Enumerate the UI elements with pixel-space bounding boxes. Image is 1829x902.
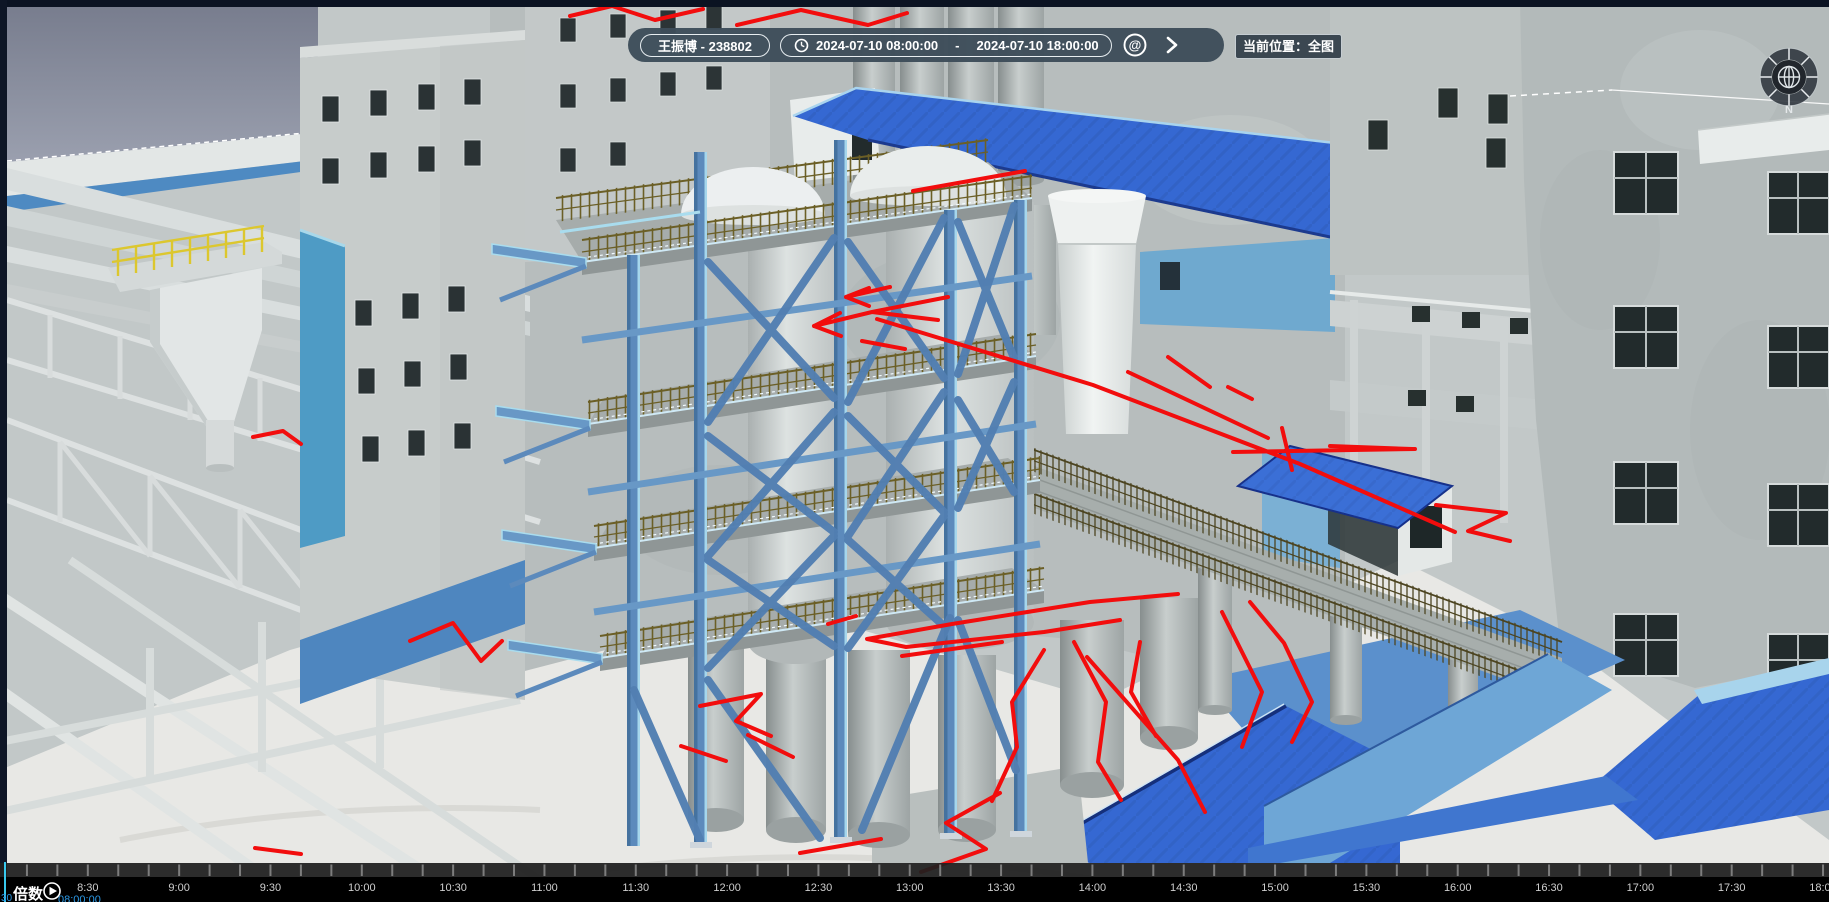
time-range-end: 2024-07-10 18:00:00 bbox=[977, 38, 1099, 53]
timeline-label: 17:30 bbox=[1718, 882, 1746, 894]
timeline-label: 10:30 bbox=[439, 882, 467, 894]
plant-3d-viewport[interactable] bbox=[0, 0, 1829, 902]
timeline-label: 11:00 bbox=[531, 882, 558, 894]
timeline-ticks bbox=[0, 863, 1829, 877]
play-button[interactable] bbox=[42, 881, 62, 902]
time-range-separator: - bbox=[955, 38, 959, 53]
timeline-label: 17:00 bbox=[1627, 882, 1655, 894]
playback-toolbar: 王振博 - 238802 2024-07-10 08:00:00 - 2024-… bbox=[628, 28, 1224, 62]
current-location-badge: 当前位置：全图 bbox=[1235, 34, 1342, 59]
timeline-label: 16:30 bbox=[1535, 882, 1563, 894]
person-selector-label: 王振博 - 238802 bbox=[658, 36, 752, 55]
locate-button[interactable]: @ bbox=[1122, 32, 1148, 58]
person-selector[interactable]: 王振博 - 238802 bbox=[640, 34, 770, 57]
current-playback-time: 08:00:00 bbox=[58, 894, 101, 902]
timeline-label: 12:30 bbox=[805, 882, 833, 894]
timeline-labels: 8:30 9:00 9:30 10:00 10:30 11:00 11:30 12:00 12:… bbox=[0, 877, 1829, 902]
timeline-label: 10:00 bbox=[348, 882, 376, 894]
left-building bbox=[300, 30, 525, 704]
timeline-label: 8:30 bbox=[77, 882, 98, 894]
app-window: 王振博 - 238802 2024-07-10 08:00:00 - 2024-… bbox=[0, 0, 1829, 902]
timeline-label: 9:30 bbox=[260, 882, 281, 894]
timeline-label: 13:30 bbox=[987, 882, 1015, 894]
timeline-track[interactable] bbox=[0, 863, 1829, 877]
time-range-start: 2024-07-10 08:00:00 bbox=[816, 38, 938, 53]
speed-multiplier-value: 30 bbox=[1, 893, 12, 902]
clock-icon bbox=[793, 37, 809, 53]
timeline-label: 15:30 bbox=[1353, 882, 1381, 894]
timeline-label: 15:00 bbox=[1261, 882, 1289, 894]
timeline-label: 9:00 bbox=[168, 882, 189, 894]
timeline-label: 11:30 bbox=[622, 882, 649, 894]
current-location-label: 当前位置：全图 bbox=[1243, 39, 1334, 54]
svg-text:@: @ bbox=[1128, 38, 1141, 53]
timeline-label: 14:30 bbox=[1170, 882, 1198, 894]
compass-north-label: N bbox=[1785, 104, 1793, 116]
timeline-label: 18:00 bbox=[1809, 882, 1829, 894]
compass-widget[interactable]: N bbox=[1756, 44, 1822, 121]
play-trajectory-button[interactable] bbox=[1158, 32, 1184, 58]
timeline-label: 13:00 bbox=[896, 882, 924, 894]
timeline-label: 16:00 bbox=[1444, 882, 1472, 894]
speed-label: 倍数 bbox=[13, 883, 43, 902]
timeline-label: 12:00 bbox=[713, 882, 741, 894]
timeline-label: 14:00 bbox=[1079, 882, 1107, 894]
time-range-picker[interactable]: 2024-07-10 08:00:00 - 2024-07-10 18:00:0… bbox=[780, 34, 1112, 57]
